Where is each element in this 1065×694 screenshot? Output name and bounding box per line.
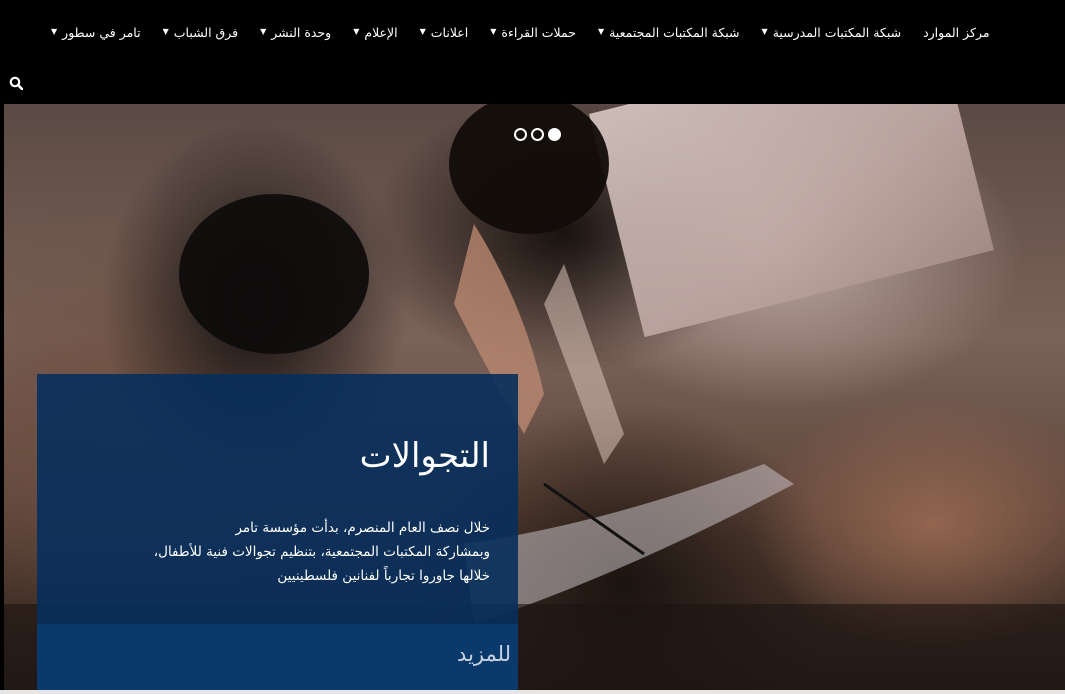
menu-item-label: فرق الشباب (173, 24, 239, 40)
menu-item-tamer-overview[interactable]: تامر في سطور ▼ (40, 25, 152, 40)
slide-description-line: وبمشاركة المكتبات المجتمعية، بتنظيم تجوا… (153, 544, 490, 560)
search-icon[interactable] (9, 75, 24, 91)
chevron-down-icon: ▼ (51, 27, 58, 36)
slide-description: خلال نصف العام المنصرم، بدأت مؤسسة تامر … (50, 516, 490, 588)
hero-slider: التجوالات خلال نصف العام المنصرم، بدأت م… (4, 104, 1065, 690)
menu-item-youth-teams[interactable]: فرق الشباب ▼ (152, 25, 249, 40)
slider-dot[interactable] (514, 128, 527, 141)
slider-dot[interactable] (531, 128, 544, 141)
menu-item-media[interactable]: الإعلام ▼ (342, 25, 408, 40)
menu-item-community-libraries[interactable]: شبكة المكتبات المجتمعية ▼ (587, 25, 751, 40)
menu-item-label: شبكة المكتبات المدرسية (772, 24, 902, 40)
slide-title: التجوالات (359, 436, 490, 476)
menu-item-label: الإعلام (364, 24, 398, 40)
menu-item-reading-campaigns[interactable]: حملات القراءة ▼ (479, 25, 587, 40)
menu-item-resource-center[interactable]: مركز الموارد (912, 25, 1000, 40)
slide-caption-card: التجوالات خلال نصف العام المنصرم، بدأت م… (37, 374, 518, 690)
read-more-link[interactable]: للمزيد (457, 642, 511, 666)
menu-item-school-libraries[interactable]: شبكة المكتبات المدرسية ▼ (751, 25, 913, 40)
menu-item-label: وحدة النشر (271, 24, 332, 40)
chevron-down-icon: ▼ (162, 27, 169, 36)
top-navigation-bar: تامر في سطور ▼ فرق الشباب ▼ وحدة النشر ▼… (0, 0, 1065, 104)
menu-item-label: اعلانات (430, 24, 469, 40)
chevron-down-icon: ▼ (490, 27, 497, 36)
chevron-down-icon: ▼ (597, 27, 605, 36)
read-more-bar[interactable]: للمزيد (37, 624, 518, 690)
slide-description-line: خلال نصف العام المنصرم، بدأت مؤسسة تامر (235, 520, 490, 536)
menu-item-label: تامر في سطور (62, 24, 141, 40)
main-menu: تامر في سطور ▼ فرق الشباب ▼ وحدة النشر ▼… (40, 14, 1059, 50)
page-bottom-divider (0, 690, 1065, 694)
menu-item-label: مركز الموارد (923, 24, 990, 40)
menu-item-label: شبكة المكتبات المجتمعية (609, 24, 740, 40)
chevron-down-icon: ▼ (260, 27, 267, 36)
slider-pagination (514, 128, 561, 141)
chevron-down-icon: ▼ (419, 27, 426, 36)
chevron-down-icon: ▼ (761, 27, 768, 36)
menu-item-announcements[interactable]: اعلانات ▼ (409, 25, 480, 40)
menu-item-publishing-unit[interactable]: وحدة النشر ▼ (249, 25, 342, 40)
slide-description-line: خلالها جاوروا تجارباً لفنانين فلسطينيين (277, 568, 490, 584)
menu-item-label: حملات القراءة (501, 24, 576, 40)
slider-dot[interactable] (548, 128, 561, 141)
chevron-down-icon: ▼ (353, 27, 360, 36)
